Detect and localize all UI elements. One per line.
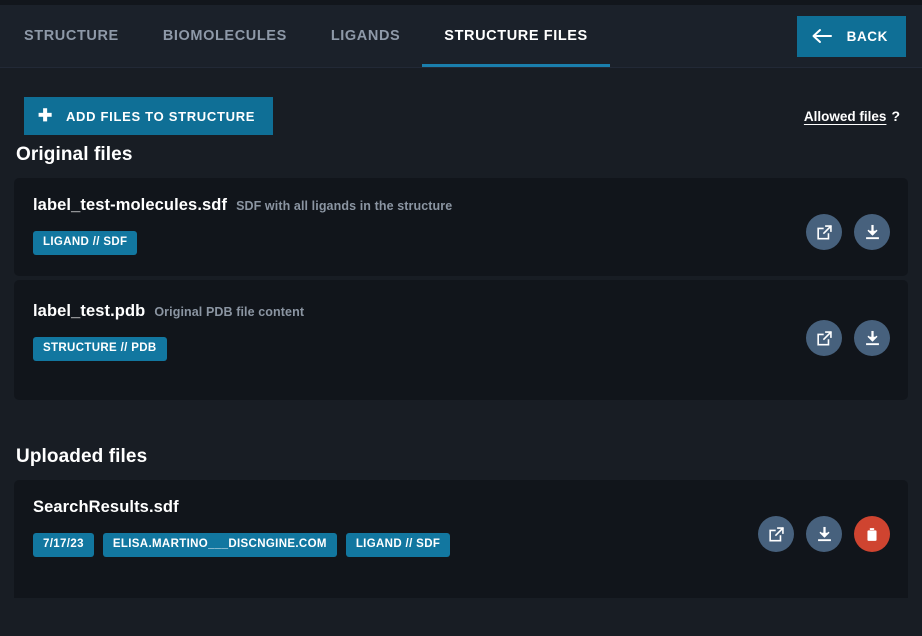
file-name: label_test-molecules.sdf bbox=[33, 196, 228, 214]
trash-icon bbox=[864, 526, 880, 543]
file-card[interactable]: SearchResults.sdf 7/17/23 ELISA.MARTINO_… bbox=[14, 480, 908, 598]
original-files-list: label_test-molecules.sdf SDF with all li… bbox=[14, 178, 908, 400]
tab-biomolecules[interactable]: BIOMOLECULES bbox=[141, 5, 309, 67]
plus-icon: ✚ bbox=[38, 105, 53, 125]
external-link-icon bbox=[816, 224, 833, 241]
tab-ligands[interactable]: LIGANDS bbox=[309, 5, 422, 67]
download-icon bbox=[816, 526, 833, 543]
download-button[interactable] bbox=[854, 320, 890, 356]
back-button-label: BACK bbox=[846, 28, 888, 44]
file-heading: label_test.pdb Original PDB file content bbox=[33, 302, 806, 321]
section-uploaded-files: Uploaded files SearchResults.sdf 7/17/23… bbox=[14, 446, 908, 598]
download-button[interactable] bbox=[854, 214, 890, 250]
file-tags: LIGAND // SDF bbox=[33, 231, 806, 255]
file-description: SDF with all ligands in the structure bbox=[236, 199, 453, 213]
tab-label: BIOMOLECULES bbox=[162, 28, 287, 44]
allowed-files-label: Allowed files bbox=[803, 109, 887, 124]
tab-list: STRUCTURE BIOMOLECULES LIGANDS STRUCTURE… bbox=[0, 5, 797, 67]
download-icon bbox=[864, 224, 881, 241]
file-card[interactable]: label_test-molecules.sdf SDF with all li… bbox=[14, 178, 908, 276]
uploaded-files-list: SearchResults.sdf 7/17/23 ELISA.MARTINO_… bbox=[14, 480, 908, 598]
tab-label: STRUCTURE FILES bbox=[444, 28, 588, 44]
download-button[interactable] bbox=[806, 516, 842, 552]
owner-badge: ELISA.MARTINO___DISCNGINE.COM bbox=[102, 533, 337, 557]
section-original-files: Original files label_test-molecules.sdf … bbox=[14, 144, 908, 400]
file-card[interactable]: label_test.pdb Original PDB file content… bbox=[14, 280, 908, 400]
section-title: Original files bbox=[16, 144, 133, 165]
status-badge: LIGAND // SDF bbox=[33, 231, 138, 255]
arrow-left-icon bbox=[811, 28, 833, 44]
download-icon bbox=[864, 330, 881, 347]
file-heading: SearchResults.sdf bbox=[33, 498, 758, 517]
allowed-files-link[interactable]: Allowed files ? bbox=[804, 108, 900, 124]
help-question-icon: ? bbox=[891, 108, 900, 124]
status-badge: STRUCTURE // PDB bbox=[33, 337, 167, 361]
file-info: label_test.pdb Original PDB file content… bbox=[33, 302, 806, 361]
tab-label: STRUCTURE bbox=[24, 28, 119, 44]
tab-bar: STRUCTURE BIOMOLECULES LIGANDS STRUCTURE… bbox=[0, 5, 922, 68]
tab-structure[interactable]: STRUCTURE bbox=[0, 5, 141, 67]
status-badge: LIGAND // SDF bbox=[345, 533, 451, 557]
file-name: label_test.pdb bbox=[33, 302, 146, 320]
section-title: Uploaded files bbox=[16, 446, 148, 467]
file-actions bbox=[758, 498, 890, 552]
add-files-to-structure-button[interactable]: ✚ ADD FILES TO STRUCTURE bbox=[24, 97, 274, 135]
file-name: SearchResults.sdf bbox=[33, 498, 179, 516]
file-info: SearchResults.sdf 7/17/23 ELISA.MARTINO_… bbox=[33, 498, 758, 557]
file-description: Original PDB file content bbox=[154, 305, 305, 319]
page-content: ✚ ADD FILES TO STRUCTURE Allowed files ?… bbox=[0, 68, 922, 598]
file-info: label_test-molecules.sdf SDF with all li… bbox=[33, 196, 806, 255]
tab-label: LIGANDS bbox=[330, 28, 401, 44]
add-files-label: ADD FILES TO STRUCTURE bbox=[65, 108, 256, 124]
file-actions bbox=[806, 302, 890, 356]
open-in-new-window-button[interactable] bbox=[806, 320, 842, 356]
open-in-new-window-button[interactable] bbox=[806, 214, 842, 250]
file-tags: STRUCTURE // PDB bbox=[33, 337, 806, 361]
file-heading: label_test-molecules.sdf SDF with all li… bbox=[33, 196, 806, 215]
delete-button[interactable] bbox=[854, 516, 890, 552]
open-in-new-window-button[interactable] bbox=[758, 516, 794, 552]
files-toolbar: ✚ ADD FILES TO STRUCTURE Allowed files ? bbox=[14, 68, 908, 140]
external-link-icon bbox=[816, 330, 833, 347]
tab-structure-files[interactable]: STRUCTURE FILES bbox=[422, 5, 610, 67]
back-button[interactable]: BACK bbox=[796, 15, 906, 57]
file-actions bbox=[806, 196, 890, 250]
date-badge: 7/17/23 bbox=[33, 533, 94, 557]
external-link-icon bbox=[768, 526, 785, 543]
file-tags: 7/17/23 ELISA.MARTINO___DISCNGINE.COM LI… bbox=[33, 533, 758, 557]
